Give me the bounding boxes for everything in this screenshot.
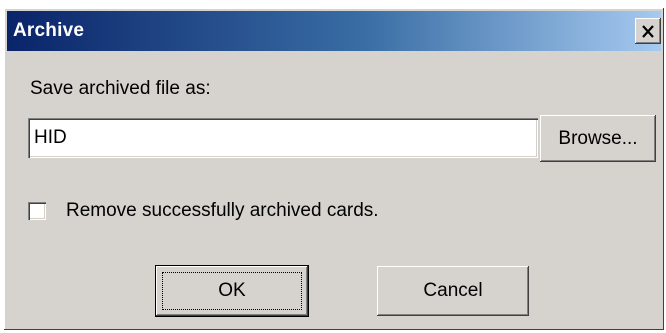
remove-cards-checkbox[interactable] [28,202,46,220]
browse-button-label: Browse... [558,127,638,149]
ok-button-label: OK [218,280,246,301]
filename-input[interactable] [28,118,538,158]
archive-dialog: Archive Save archived file as: Browse...… [4,8,664,330]
cancel-button-label: Cancel [423,280,483,301]
remove-cards-label: Remove successfully archived cards. [66,200,379,221]
title-bar[interactable]: Archive [7,11,661,51]
close-icon [642,24,654,38]
ok-button[interactable]: OK [156,266,308,316]
window-title: Archive [13,20,85,41]
cancel-button[interactable]: Cancel [377,266,529,316]
remove-cards-option[interactable]: Remove successfully archived cards. [28,198,379,224]
browse-button[interactable]: Browse... [540,115,656,162]
save-as-label: Save archived file as: [30,78,211,99]
close-button[interactable] [635,18,661,44]
